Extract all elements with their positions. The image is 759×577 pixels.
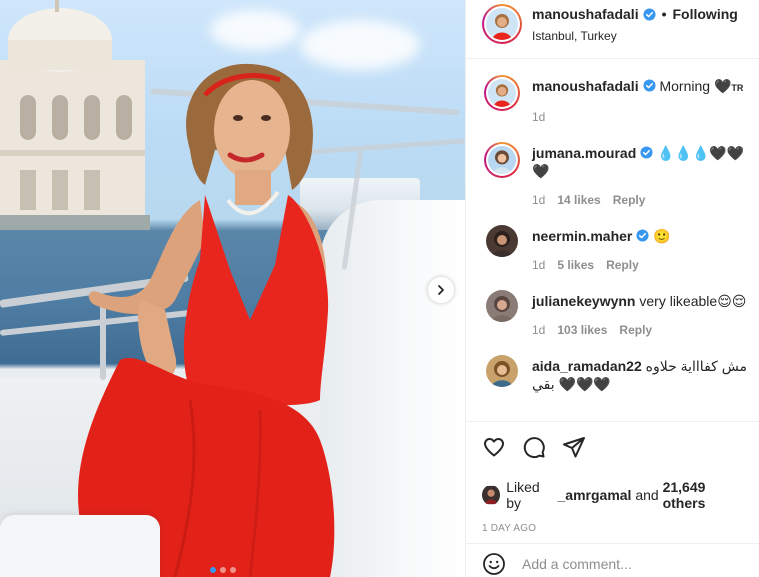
reply-button[interactable]: Reply (606, 258, 639, 272)
following-button[interactable]: Following (673, 6, 738, 22)
comment-text: 🙂 (653, 228, 671, 244)
caption-avatar (488, 79, 516, 107)
add-comment-bar (466, 543, 759, 577)
verified-badge-icon (640, 146, 653, 159)
verified-badge-icon (636, 229, 649, 242)
carousel-dot (220, 567, 226, 573)
comment-likes[interactable]: 103 likes (557, 323, 607, 337)
carousel-indicator (210, 567, 236, 573)
action-icons (482, 434, 744, 460)
comment-item: julianekeywynn very likeable😌😌 1d 103 li… (482, 290, 759, 337)
share-button[interactable] (562, 435, 586, 459)
liked-by: Liked by _amrgamal and 21,649 others (482, 479, 744, 511)
liked-by-and: and (635, 487, 659, 503)
liked-by-others[interactable]: 21,649 others (663, 479, 744, 511)
emoji-button[interactable] (482, 552, 506, 576)
comment-username[interactable]: jumana.mourad (532, 145, 636, 161)
liked-by-user[interactable]: _amrgamal (558, 487, 632, 503)
comment-likes[interactable]: 14 likes (557, 193, 600, 207)
comment-text: very likeable😌😌 (639, 293, 747, 309)
comments-list[interactable]: manoushafadali Morning 🖤TR 1d jumana.mou… (466, 59, 759, 416)
caption-avatar-ring[interactable] (484, 75, 520, 111)
liked-by-prefix: Liked by (506, 479, 540, 511)
comment-bubble-icon (523, 437, 545, 459)
post-sidebar: manoushafadali • Following Istanbul, Tur… (465, 0, 759, 577)
commenter-avatar[interactable] (486, 225, 518, 257)
caption-text: Morning 🖤 (659, 78, 732, 94)
paper-plane-icon (563, 437, 585, 458)
comment-username[interactable]: aida_ramadan22 (532, 358, 642, 374)
heart-icon (484, 438, 504, 457)
comment-item: aida_ramadan22 مش كفاااية حلاوه بقي 🖤🖤🖤 (482, 355, 759, 393)
caption: manoushafadali Morning 🖤TR 1d (482, 75, 759, 124)
carousel-next-button[interactable] (428, 277, 454, 303)
reply-button[interactable]: Reply (613, 193, 646, 207)
caption-username[interactable]: manoushafadali (532, 78, 639, 94)
woman-in-red-dress (78, 63, 335, 577)
instagram-post: manoushafadali • Following Istanbul, Tur… (0, 0, 759, 577)
caption-suffix: TR (731, 83, 744, 93)
commenter-avatar[interactable] (486, 355, 518, 387)
like-button[interactable] (482, 435, 506, 459)
post-timestamp[interactable]: 1 DAY AGO (482, 523, 744, 534)
comment-item: jumana.mourad 💧💧💧🖤🖤🖤 1d 14 likes Reply (482, 142, 759, 207)
post-actions: Liked by _amrgamal and 21,649 others 1 D… (466, 421, 759, 534)
author-username[interactable]: manoushafadali (532, 6, 639, 22)
post-photo[interactable] (0, 0, 465, 577)
comment-time[interactable]: 1d (532, 323, 545, 337)
liker-avatar[interactable] (482, 485, 501, 505)
carousel-dot (230, 567, 236, 573)
comment-time[interactable]: 1d (532, 258, 545, 272)
white-cushion (0, 515, 160, 577)
comment-username[interactable]: neermin.maher (532, 228, 632, 244)
post-location[interactable]: Istanbul, Turkey (532, 29, 738, 43)
comment-input[interactable] (522, 555, 722, 572)
comment-time[interactable]: 1d (532, 193, 545, 207)
comment-button[interactable] (522, 435, 546, 459)
header-separator: • (661, 6, 667, 22)
caption-time[interactable]: 1d (532, 110, 545, 124)
commenter-avatar-ring[interactable] (484, 142, 520, 178)
chevron-right-icon (438, 285, 444, 295)
verified-badge-icon (643, 7, 656, 21)
smiley-icon (483, 552, 505, 575)
verified-badge-icon (643, 79, 656, 92)
carousel-dot-active (210, 567, 216, 573)
comment-likes[interactable]: 5 likes (557, 258, 594, 272)
comment-username[interactable]: julianekeywynn (532, 293, 635, 309)
commenter-avatar[interactable] (486, 290, 518, 322)
reply-button[interactable]: Reply (619, 323, 652, 337)
comment-item: neermin.maher 🙂 1d 5 likes Reply (482, 225, 759, 272)
commenter-avatar (488, 146, 516, 174)
author-avatar-ring[interactable] (482, 4, 522, 44)
post-header: manoushafadali • Following Istanbul, Tur… (466, 0, 759, 59)
author-avatar (486, 8, 518, 40)
